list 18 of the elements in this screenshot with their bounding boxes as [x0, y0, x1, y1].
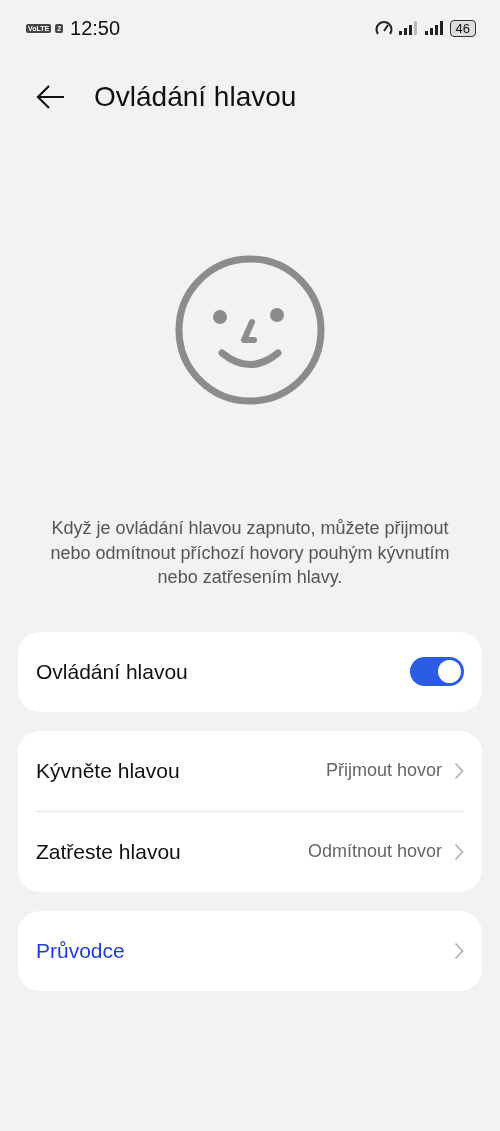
battery-indicator: 46	[449, 19, 476, 37]
setting-value[interactable]: Přijmout hovor	[325, 760, 442, 781]
setting-value[interactable]: Odmítnout hovor	[307, 841, 442, 862]
description-text: Když je ovládání hlavou zapnuto, můžete přijmout nebo odmítnout příchozí hovory pouhým kývnutím nebo zatřesením hlavy.	[50, 517, 450, 589]
setting-label: Ovládání hlavou	[36, 659, 188, 684]
setting-label: Zatřeste hlavou	[36, 839, 181, 864]
chevron-icon	[454, 941, 464, 960]
signal-icon	[423, 20, 446, 36]
page-title: Ovládání hlavou	[94, 81, 297, 113]
chevron-icon	[454, 761, 464, 780]
signal-icon	[397, 20, 420, 36]
chevron-icon	[454, 842, 464, 861]
status-time: 12:50	[70, 16, 121, 40]
setting-label: Kývněte hlavou	[36, 758, 180, 783]
smiley-icon	[174, 254, 326, 406]
toggle-switch[interactable]	[410, 657, 464, 686]
guide-link[interactable]: Průvodce	[36, 938, 125, 963]
speed-icon	[373, 19, 394, 37]
